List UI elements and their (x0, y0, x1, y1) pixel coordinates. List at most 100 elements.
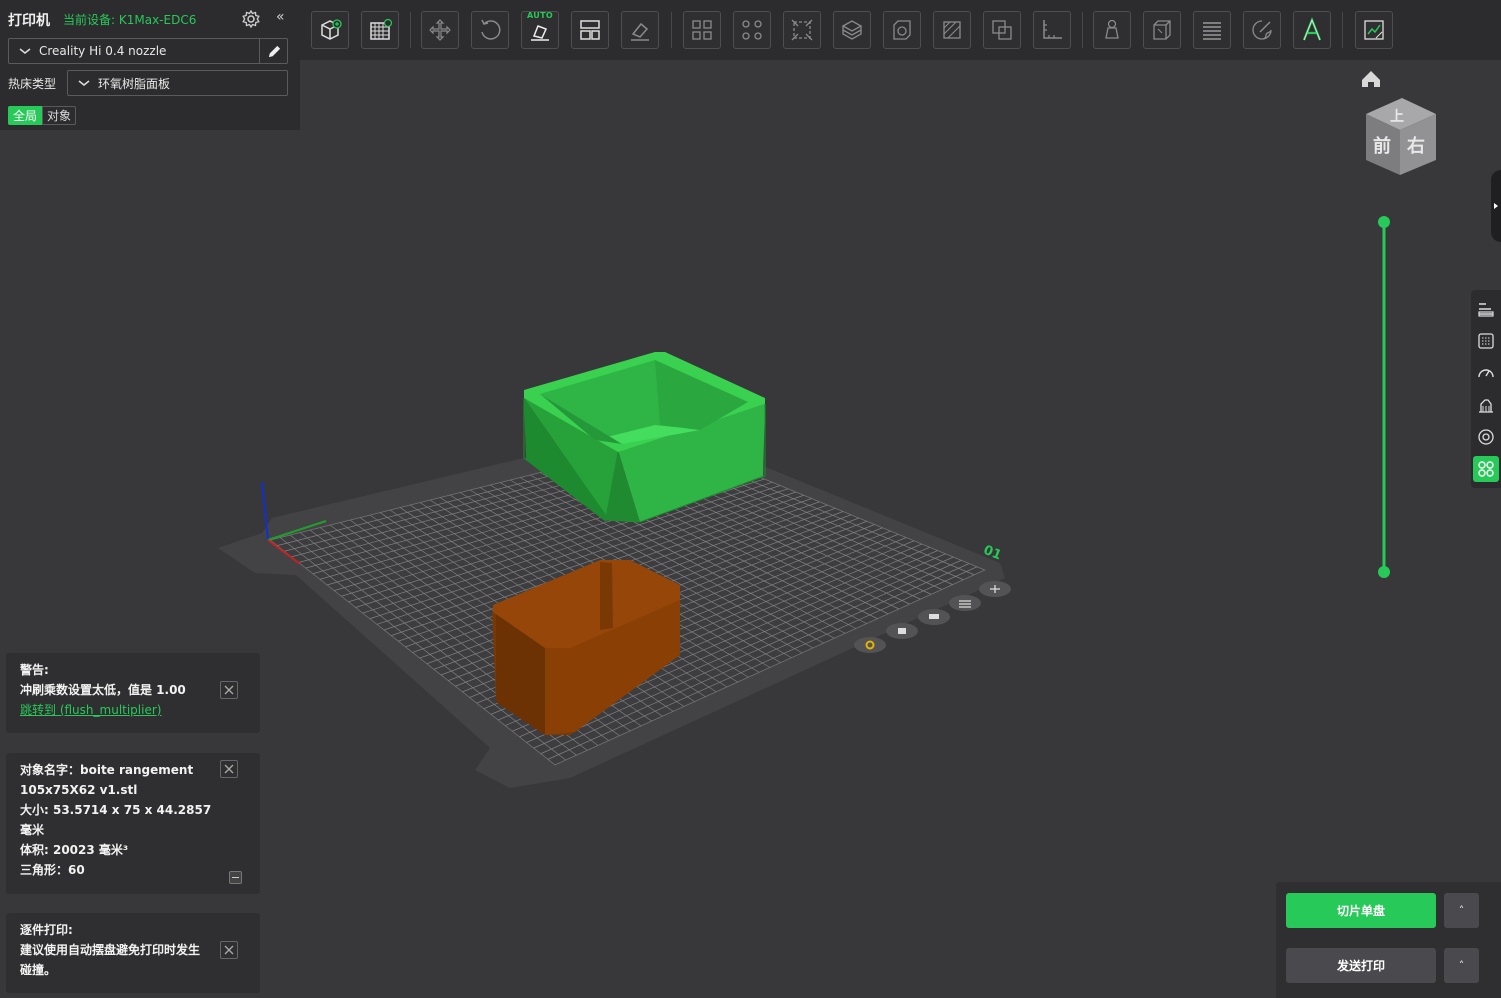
add-object-icon (321, 19, 342, 40)
support-paint-button[interactable] (933, 11, 971, 49)
collapse-panel-icon[interactable]: « (276, 9, 285, 25)
plate-settings-button[interactable] (854, 637, 886, 653)
support-icon (1479, 399, 1493, 413)
split-objects-button[interactable] (683, 11, 721, 49)
speedometer-icon (1478, 369, 1494, 378)
send-options-button[interactable]: ˄ (1444, 948, 1479, 983)
shell-icon (1153, 20, 1171, 40)
rotate-button[interactable] (471, 11, 509, 49)
layer-slider-bottom-handle[interactable] (1378, 566, 1390, 578)
split-objects-icon (692, 20, 712, 40)
object-triangles: 三角形：60 (20, 863, 85, 877)
cut-button[interactable] (833, 11, 871, 49)
gear-icon[interactable] (241, 9, 261, 29)
sequential-print-notice: 逐件打印: 建议使用自动摆盘避免打印时发生 碰撞。 (6, 913, 260, 993)
home-icon (1362, 71, 1380, 87)
slice-plate-button[interactable]: 切片单盘 (1286, 893, 1436, 928)
process-settings-button[interactable] (1473, 296, 1499, 322)
rotate-icon (481, 19, 501, 40)
warning-body: 冲刷乘数设置太低，值是 1.00 (20, 683, 186, 697)
seam-paint-icon (1105, 19, 1119, 39)
main-toolbar: AUTO (300, 0, 1501, 60)
layers-button[interactable] (1193, 11, 1231, 49)
close-sequential-button[interactable] (220, 941, 238, 959)
auto-arrange-button[interactable] (571, 11, 609, 49)
support-paint-icon (943, 21, 961, 39)
measure-button[interactable] (1033, 11, 1071, 49)
hollow-icon (893, 20, 911, 40)
object-info-notice: 对象名字：boite rangement 105x75X62 v1.stl 大小… (6, 753, 260, 894)
chevron-down-icon (19, 48, 31, 54)
auto-orient-button[interactable]: AUTO (521, 11, 559, 49)
split-parts-button[interactable] (733, 11, 771, 49)
flush-multiplier-link[interactable]: 跳转到 (flush_multiplier) (20, 700, 246, 720)
auto-tag: AUTO (527, 11, 553, 20)
printer-section-title: 打印机 (8, 13, 50, 29)
boolean-icon (992, 20, 1012, 40)
move-button[interactable] (421, 11, 459, 49)
object-size-line2: 毫米 (20, 823, 45, 837)
expand-right-panel-handle[interactable] (1491, 170, 1501, 242)
warning-title: 警告: (20, 663, 49, 677)
close-icon (224, 764, 234, 774)
sequential-title: 逐件打印: (20, 923, 73, 937)
others-settings-button[interactable] (1473, 456, 1499, 482)
list-align-icon (1478, 303, 1494, 317)
assembly-view-button[interactable] (1355, 11, 1393, 49)
measure-icon (1043, 20, 1062, 39)
text-icon (1302, 17, 1322, 41)
filament-settings-button[interactable] (1473, 424, 1499, 450)
layers-icon (1203, 22, 1221, 40)
plate-orient-button[interactable] (949, 595, 981, 611)
close-icon (224, 685, 234, 695)
minimize-object-info-button[interactable] (229, 871, 242, 884)
object-name-line2: 105x75X62 v1.stl (20, 783, 138, 797)
send-print-button[interactable]: 发送打印 (1286, 948, 1436, 983)
split-parts-icon (742, 20, 762, 40)
speed-settings-button[interactable] (1473, 360, 1499, 386)
grid-four-icon (1478, 461, 1494, 477)
scale-button[interactable] (783, 11, 821, 49)
lay-on-face-button[interactable] (621, 11, 659, 49)
current-device-label: 当前设备: K1Max-EDC6 (63, 13, 197, 27)
color-paint-button[interactable] (1243, 11, 1281, 49)
lay-on-face-icon (631, 22, 649, 41)
right-tool-column (1471, 290, 1501, 488)
cut-icon (841, 20, 863, 40)
close-warning-button[interactable] (220, 681, 238, 699)
add-plate-button[interactable] (361, 11, 399, 49)
pencil-icon (268, 45, 280, 57)
support-settings-button[interactable] (1473, 392, 1499, 418)
sequential-body-line1: 建议使用自动摆盘避免打印时发生 (20, 943, 201, 957)
close-icon (224, 945, 234, 955)
arrange-icon (929, 614, 939, 619)
add-object-button[interactable] (311, 11, 349, 49)
hollow-button[interactable] (883, 11, 921, 49)
nozzle-select-value: Creality Hi 0.4 nozzle (39, 44, 167, 58)
action-panel: 切片单盘 ˄ 发送打印 ˄ (1276, 882, 1501, 998)
shell-button[interactable] (1143, 11, 1181, 49)
slice-options-button[interactable]: ˄ (1444, 893, 1479, 928)
spool-icon (1478, 429, 1494, 445)
boolean-button[interactable] (983, 11, 1021, 49)
infill-settings-button[interactable] (1473, 328, 1499, 354)
sequential-body-line2: 碰撞。 (20, 963, 57, 977)
close-object-info-button[interactable] (220, 760, 238, 778)
layer-slider[interactable] (1378, 216, 1390, 578)
object-name-line1: 对象名字：boite rangement (20, 763, 194, 777)
move-icon (429, 19, 451, 41)
home-view-button[interactable] (1362, 71, 1380, 87)
object-size-line1: 大小: 53.5714 x 75 x 44.2857 (20, 803, 212, 817)
view-cube-front[interactable]: 前 (1373, 135, 1391, 157)
view-cube-top[interactable]: 上 (1390, 109, 1404, 125)
view-cube[interactable]: 上 前 右 (1366, 98, 1436, 175)
object-volume: 体积: 20023 毫米³ (20, 843, 129, 857)
layer-slider-top-handle[interactable] (1378, 216, 1390, 228)
seam-paint-button[interactable] (1093, 11, 1131, 49)
lock-icon (898, 628, 906, 634)
view-cube-right[interactable]: 右 (1407, 135, 1425, 157)
text-button[interactable] (1293, 11, 1331, 49)
auto-orient-icon (531, 25, 549, 41)
plate-grid-icon (370, 18, 393, 40)
color-paint-icon (1252, 20, 1272, 40)
